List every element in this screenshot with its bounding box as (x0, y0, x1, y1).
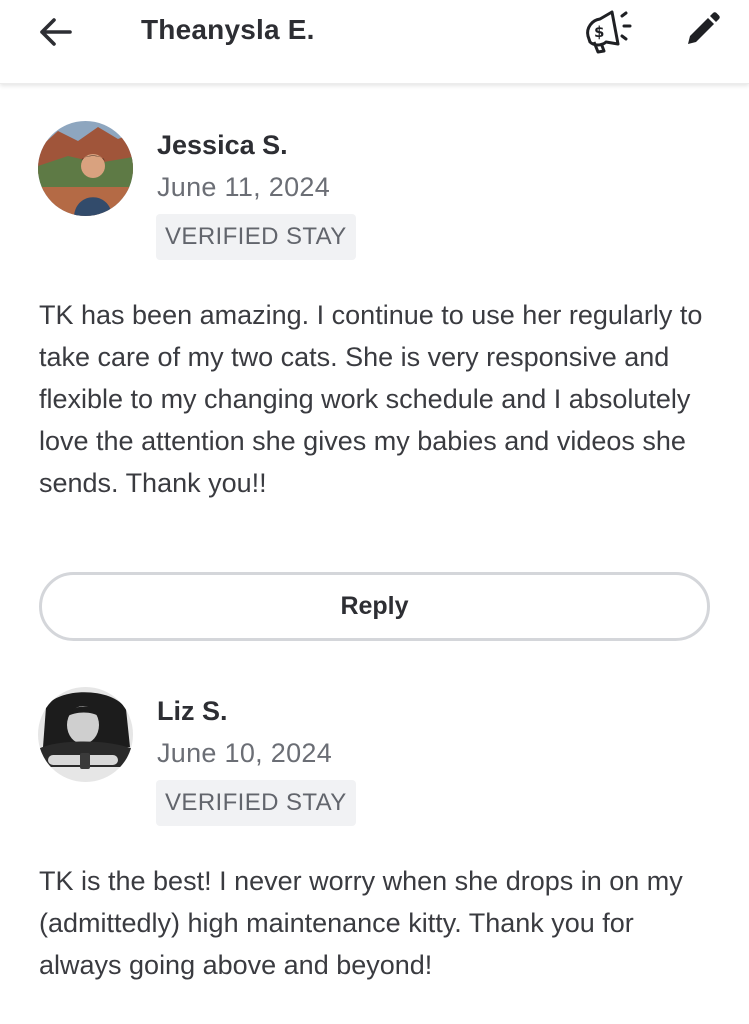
reviewer-name: Liz S. (157, 696, 228, 726)
review-date: June 10, 2024 (157, 738, 333, 768)
avatar (38, 687, 133, 782)
verified-stay-badge: VERIFIED STAY (156, 780, 356, 826)
review-text: TK is the best! I never worry when she d… (39, 866, 683, 980)
review-card: Liz S. June 10, 2024 VERIFIED STAY TK is… (0, 0, 749, 1024)
